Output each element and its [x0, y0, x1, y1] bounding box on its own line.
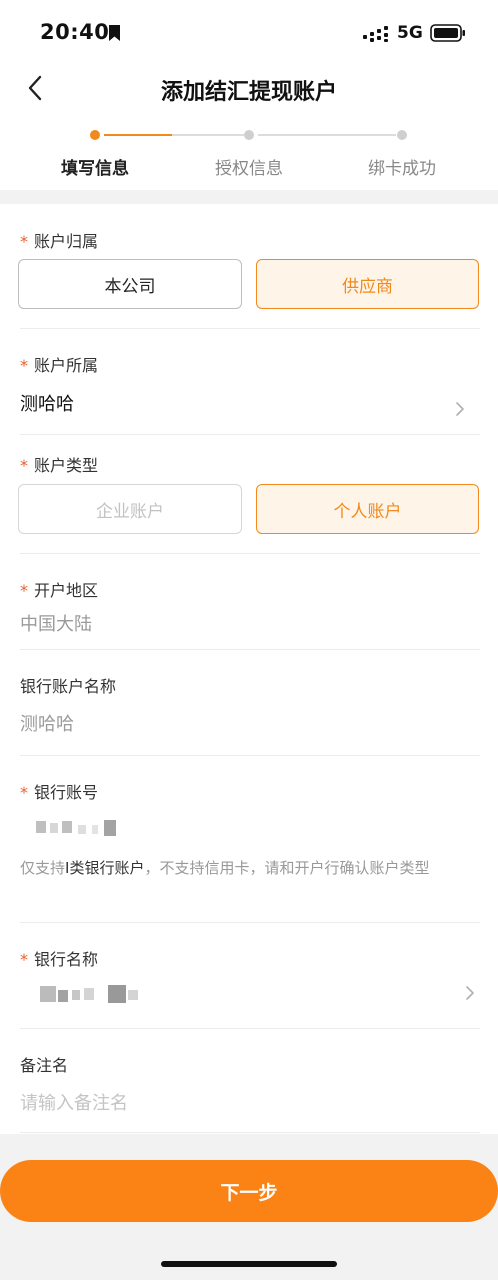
- hint-prefix: 仅支持: [20, 859, 66, 877]
- home-indicator: [161, 1261, 337, 1267]
- required-mark: *: [20, 232, 28, 251]
- signal-icon: [363, 26, 388, 42]
- chevron-right-icon[interactable]: [464, 984, 476, 1002]
- divider: [20, 1028, 480, 1029]
- step-label-authorize: 授权信息: [215, 159, 283, 179]
- bank-account-number-label-text: 银行账号: [34, 783, 99, 802]
- step-line-1: [172, 134, 244, 136]
- required-mark: *: [20, 456, 28, 475]
- divider: [20, 553, 480, 554]
- status-time: 20:40: [40, 20, 110, 44]
- step-line-2: [258, 134, 396, 136]
- account-owner-label: * 账户归属: [20, 228, 98, 252]
- bookmark-icon: [109, 25, 120, 41]
- step-dot-3: [397, 130, 407, 140]
- required-mark: *: [20, 950, 28, 969]
- region-label-text: 开户地区: [34, 581, 99, 600]
- step-line-progress: [104, 134, 172, 136]
- page-title: 添加结汇提现账户: [160, 80, 337, 105]
- hint-suffix: ，不支持信用卡，请和开户行确认账户类型: [144, 859, 430, 877]
- account-form: * 账户归属 本公司 供应商 * 账户所属 测哈哈 * 账户类型 企业账户 个人账户 …: [0, 204, 498, 1134]
- account-owner-label-text: 账户归属: [34, 232, 99, 251]
- step-label-fill-info: 填写信息: [61, 159, 129, 179]
- remark-input[interactable]: 请输入备注名: [20, 1089, 128, 1115]
- masked-account-number[interactable]: [20, 818, 120, 838]
- step-dot-2: [244, 130, 254, 140]
- header-area: 20:40 5G 添加结汇提现账户 填写信息 授权信息 绑卡成功: [0, 0, 498, 190]
- divider: [20, 434, 480, 435]
- divider: [20, 1132, 480, 1133]
- bank-account-name-label: 银行账户名称: [20, 677, 117, 696]
- divider: [20, 328, 480, 329]
- type-option-enterprise: 企业账户: [18, 484, 242, 534]
- owner-option-own-company[interactable]: 本公司: [18, 259, 242, 309]
- bank-account-name-value: 测哈哈: [20, 714, 74, 735]
- step-label-success: 绑卡成功: [368, 159, 436, 179]
- divider: [20, 755, 480, 756]
- next-step-button[interactable]: 下一步: [0, 1160, 498, 1222]
- account-type-label: * 账户类型: [20, 452, 98, 476]
- region-value: 中国大陆: [20, 614, 92, 635]
- status-bar: 20:40 5G: [0, 0, 498, 66]
- progress-stepper: 填写信息 授权信息 绑卡成功: [0, 124, 498, 184]
- required-mark: *: [20, 783, 28, 802]
- remark-label: 备注名: [20, 1056, 69, 1075]
- required-mark: *: [20, 581, 28, 600]
- owner-option-supplier[interactable]: 供应商: [256, 259, 479, 309]
- chevron-right-icon[interactable]: [454, 400, 466, 418]
- account-type-label-text: 账户类型: [34, 456, 99, 475]
- region-label: * 开户地区: [20, 577, 98, 601]
- step-dot-1: [90, 130, 100, 140]
- account-belongs-label: * 账户所属: [20, 352, 98, 376]
- navigation-bar: 添加结汇提现账户: [0, 66, 498, 112]
- required-mark: *: [20, 356, 28, 375]
- bank-account-number-label: * 银行账号: [20, 779, 98, 803]
- divider: [20, 649, 480, 650]
- bank-name-label: * 银行名称: [20, 946, 98, 970]
- account-belongs-label-text: 账户所属: [34, 356, 99, 375]
- masked-bank-name[interactable]: [20, 982, 150, 1006]
- battery-icon: [430, 24, 465, 42]
- network-type: 5G: [397, 23, 423, 43]
- hint-emphasis: I类银行账户: [65, 859, 145, 877]
- account-number-hint: 仅支持I类银行账户，不支持信用卡，请和开户行确认账户类型: [20, 856, 490, 880]
- bank-name-label-text: 银行名称: [34, 950, 99, 969]
- type-option-personal[interactable]: 个人账户: [256, 484, 479, 534]
- divider: [20, 922, 480, 923]
- account-belongs-value[interactable]: 测哈哈: [20, 390, 74, 416]
